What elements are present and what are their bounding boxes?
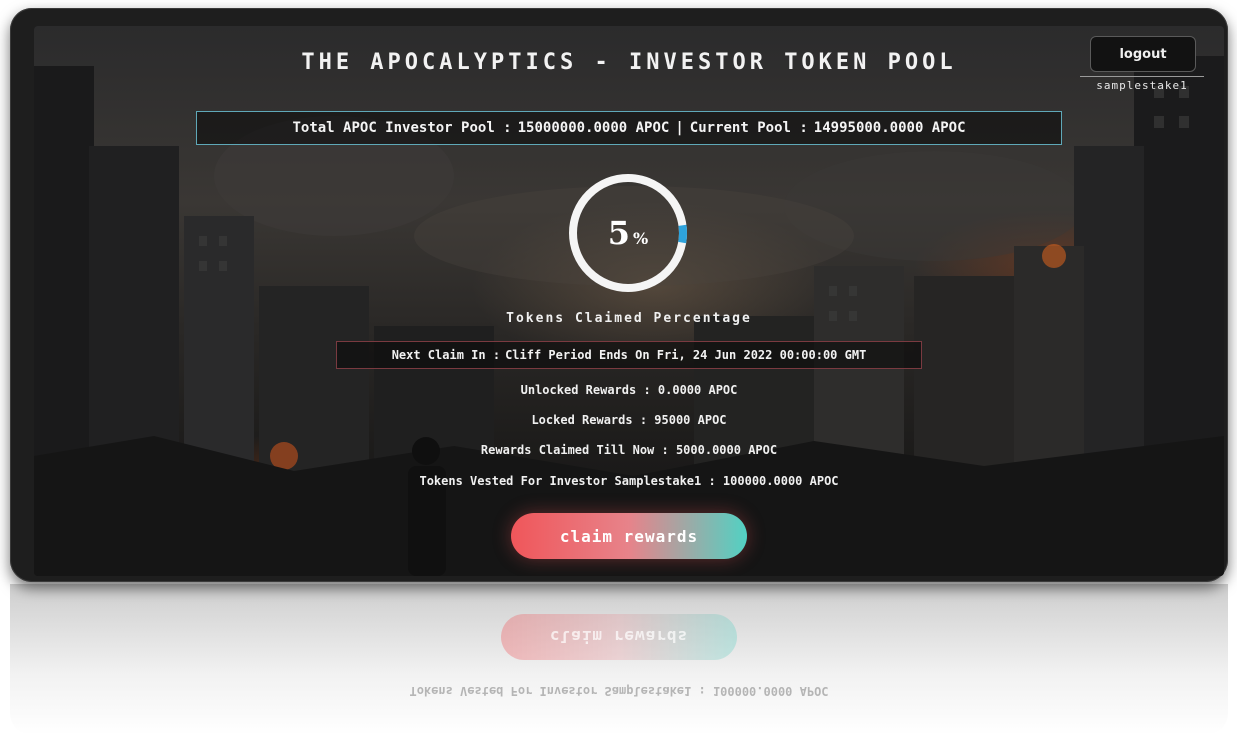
unlocked-rewards: Unlocked Rewards : 0.0000 APOC [520, 383, 738, 397]
app-screen: THE APOCALYPTICS - INVESTOR TOKEN POOL l… [34, 26, 1224, 576]
locked-rewards: Locked Rewards : 95000 APOC [531, 413, 727, 427]
tokens-vested: Tokens Vested For Investor Samplestake1 … [419, 474, 839, 488]
tokens-claimed-label: Tokens Claimed Percentage [506, 311, 752, 326]
claim-rewards-button[interactable]: claim rewards [511, 513, 747, 559]
current-pool-value: 14995000.0000 APOC [813, 120, 966, 136]
progress-number: 5 [607, 214, 631, 252]
rewards-claimed: Rewards Claimed Till Now : 5000.0000 APO… [480, 443, 778, 457]
logout-button[interactable]: logout [1090, 36, 1196, 72]
page-title: THE APOCALYPTICS - INVESTOR TOKEN POOL [301, 50, 957, 75]
reflection-vested-text: Tokens Vested For Investor Samplestake1 … [409, 684, 829, 698]
next-claim-value: Cliff Period Ends On Fri, 24 Jun 2022 00… [505, 348, 867, 362]
reflection-claim-button: claim rewards [501, 614, 737, 660]
pool-separator: | [675, 120, 684, 136]
device-frame: THE APOCALYPTICS - INVESTOR TOKEN POOL l… [10, 8, 1228, 582]
total-pool-label: Total APOC Investor Pool : [292, 120, 512, 136]
progress-unit: % [633, 228, 649, 248]
progress-value: 5 % [568, 173, 688, 293]
next-claim-label: Next Claim In : [391, 348, 501, 362]
background-city-ruins [34, 56, 1224, 576]
username-label: samplestake1 [1080, 76, 1204, 92]
total-pool-value: 15000000.0000 APOC [517, 120, 670, 136]
next-claim-box: Next Claim In : Cliff Period Ends On Fri… [336, 341, 922, 369]
reflection-surface [10, 584, 1228, 735]
pool-summary-box: Total APOC Investor Pool : 15000000.0000… [196, 111, 1062, 145]
frame-reflection: claim rewards Tokens Vested For Investor… [10, 584, 1228, 735]
current-pool-label: Current Pool : [689, 120, 808, 136]
